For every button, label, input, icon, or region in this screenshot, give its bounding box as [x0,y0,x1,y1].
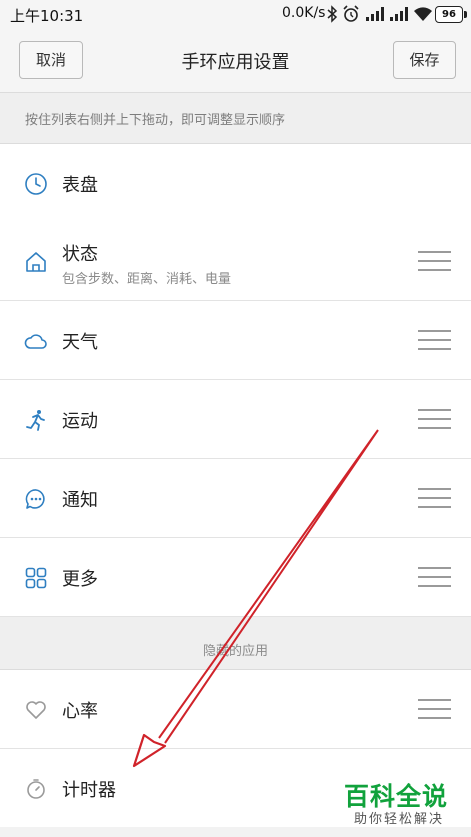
app-row-notification[interactable]: 通知 [0,459,471,538]
status-icons: 96 [323,5,468,25]
alarm-icon [343,5,359,22]
drag-handle[interactable] [418,699,451,721]
running-icon [26,410,45,431]
app-row-more[interactable]: 更多 [0,538,471,617]
bluetooth-icon [327,5,338,23]
hidden-apps-header: 隐藏的应用 [0,617,471,670]
status-time: 上午10:31 [10,7,84,25]
watermark-subtitle: 助你轻松解决 [354,812,445,827]
app-row-weather[interactable]: 天气 [0,301,471,380]
app-label: 通知 [62,490,98,511]
save-button[interactable]: 保存 [393,41,456,79]
signal-icon [366,7,384,21]
app-label: 表盘 [62,175,98,196]
drag-handle[interactable] [418,251,451,273]
app-label: 状态 [62,244,98,265]
chat-bubble-icon [25,489,45,509]
app-label: 运动 [62,411,98,432]
cloud-icon [24,334,47,349]
grid-icon [25,567,47,589]
app-row-heart-rate[interactable]: 心率 [0,670,471,749]
heart-icon [26,701,46,719]
home-icon [26,252,46,272]
drag-handle[interactable] [418,488,451,510]
page-title: 手环应用设置 [181,52,290,73]
drag-handle[interactable] [418,409,451,431]
reorder-hint-text: 按住列表右侧并上下拖动，即可调整显示顺序 [25,113,286,128]
hidden-apps-title: 隐藏的应用 [202,644,268,659]
cancel-button[interactable]: 取消 [19,41,83,79]
reorder-hint: 按住列表右侧并上下拖动，即可调整显示顺序 [0,93,471,144]
app-row-watch-face[interactable]: 表盘 [0,144,471,223]
battery-icon: 96 [435,6,467,23]
status-bar: 上午10:31 0.0K/s 96 [0,0,471,28]
app-row-status[interactable]: 状态 包含步数、距离、消耗、电量 [0,222,471,301]
app-row-sport[interactable]: 运动 [0,380,471,459]
app-label: 计时器 [62,780,116,801]
network-speed: 0.0K/s [282,5,326,21]
header-bar: 取消 手环应用设置 保存 [0,28,471,93]
drag-handle[interactable] [418,567,451,589]
app-label: 心率 [62,701,98,722]
watch-face-icon [25,173,47,195]
stopwatch-icon [27,779,45,799]
app-label: 天气 [62,332,98,353]
signal-icon [390,7,408,21]
wifi-icon [414,7,432,21]
app-label: 更多 [62,569,98,590]
app-subtitle: 包含步数、距离、消耗、电量 [62,272,232,287]
drag-handle[interactable] [418,330,451,352]
